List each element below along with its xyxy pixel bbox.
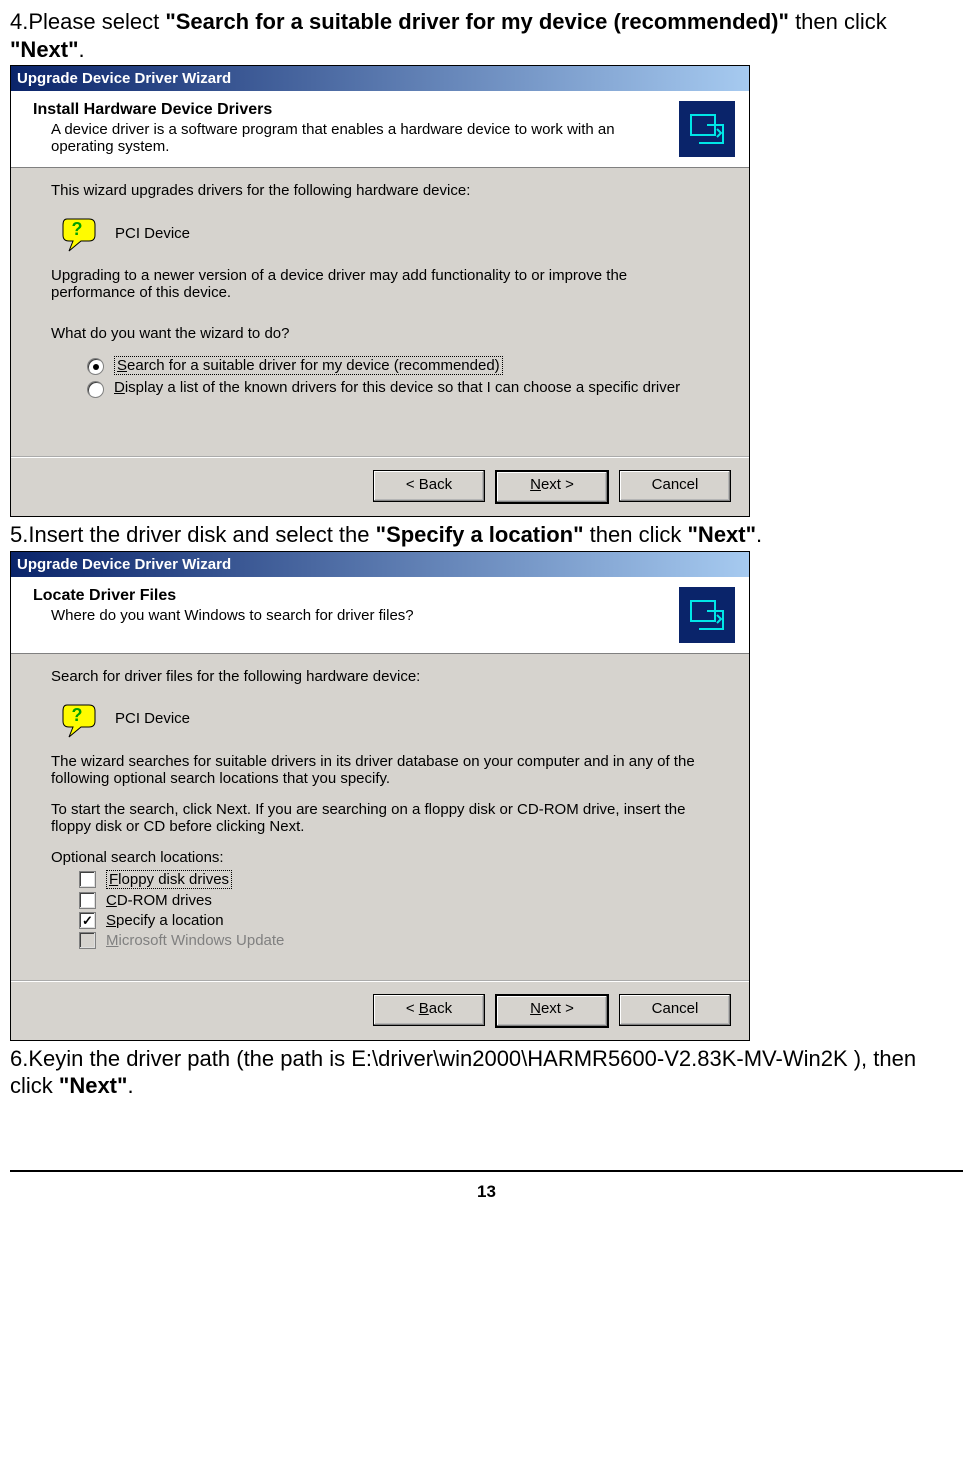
step6-instruction: 6.Keyin the driver path (the path is E:\… xyxy=(10,1045,963,1100)
dialog-button-bar: < Back Next > Cancel xyxy=(11,456,749,516)
upgrade-note: Upgrading to a newer version of a device… xyxy=(51,267,709,301)
wizard-question: What do you want the wizard to do? xyxy=(51,325,709,342)
device-name: PCI Device xyxy=(115,225,190,242)
header-subtitle: Where do you want Windows to search for … xyxy=(33,607,669,624)
radio-search-driver[interactable]: Search for a suitable driver for my devi… xyxy=(87,356,709,375)
checkbox-label: Specify a location xyxy=(106,912,224,929)
intro-line: This wizard upgrades drivers for the fol… xyxy=(51,182,709,199)
step4-instruction: 4.Please select "Search for a suitable d… xyxy=(10,8,963,63)
svg-text:?: ? xyxy=(72,705,83,725)
svg-text:?: ? xyxy=(72,219,83,239)
radio-label: Display a list of the known drivers for … xyxy=(114,379,680,396)
checkbox-label: Floppy disk drives xyxy=(106,870,232,889)
dialog-titlebar: Upgrade Device Driver Wizard xyxy=(11,552,749,577)
header-title: Locate Driver Files xyxy=(33,587,669,605)
checkbox-icon xyxy=(79,912,96,929)
start-search-note: To start the search, click Next. If you … xyxy=(51,801,709,835)
question-mark-icon: ? xyxy=(59,699,99,739)
checkbox-icon xyxy=(79,892,96,909)
dialog-header: Locate Driver Files Where do you want Wi… xyxy=(11,577,749,654)
checkbox-label: Microsoft Windows Update xyxy=(106,932,284,949)
header-subtitle: A device driver is a software program th… xyxy=(33,121,669,155)
next-button[interactable]: Next > xyxy=(495,470,609,504)
radio-icon xyxy=(87,358,104,375)
back-button[interactable]: < Back xyxy=(373,470,485,502)
radio-icon xyxy=(87,381,104,398)
checkbox-cdrom[interactable]: CD-ROM drives xyxy=(79,892,709,909)
device-name: PCI Device xyxy=(115,710,190,727)
checkbox-icon xyxy=(79,871,96,888)
driver-header-icon xyxy=(679,587,735,643)
dialog-header: Install Hardware Device Drivers A device… xyxy=(11,91,749,168)
upgrade-driver-wizard-dialog-1: Upgrade Device Driver Wizard Install Har… xyxy=(10,65,750,517)
radio-label: Search for a suitable driver for my devi… xyxy=(114,356,503,375)
intro-line: Search for driver files for the followin… xyxy=(51,668,709,685)
optional-locations-label: Optional search locations: xyxy=(51,849,709,866)
cancel-button[interactable]: Cancel xyxy=(619,994,731,1026)
device-row: ? PCI Device xyxy=(59,699,709,739)
dialog-button-bar: < Back Next > Cancel xyxy=(11,980,749,1040)
checkbox-label: CD-ROM drives xyxy=(106,892,212,909)
search-note: The wizard searches for suitable drivers… xyxy=(51,753,709,787)
radio-display-list[interactable]: Display a list of the known drivers for … xyxy=(87,379,709,398)
checkbox-icon xyxy=(79,932,96,949)
checkbox-floppy[interactable]: Floppy disk drives xyxy=(79,870,709,889)
checkbox-specify-location[interactable]: Specify a location xyxy=(79,912,709,929)
step5-instruction: 5.Insert the driver disk and select the … xyxy=(10,521,963,549)
upgrade-driver-wizard-dialog-2: Upgrade Device Driver Wizard Locate Driv… xyxy=(10,551,750,1041)
cancel-button[interactable]: Cancel xyxy=(619,470,731,502)
page-number: 13 xyxy=(10,1170,963,1202)
checkbox-windows-update: Microsoft Windows Update xyxy=(79,932,709,949)
device-row: ? PCI Device xyxy=(59,213,709,253)
header-title: Install Hardware Device Drivers xyxy=(33,101,669,119)
question-mark-icon: ? xyxy=(59,213,99,253)
driver-header-icon xyxy=(679,101,735,157)
next-button[interactable]: Next > xyxy=(495,994,609,1028)
back-button[interactable]: < Back xyxy=(373,994,485,1026)
dialog-titlebar: Upgrade Device Driver Wizard xyxy=(11,66,749,91)
